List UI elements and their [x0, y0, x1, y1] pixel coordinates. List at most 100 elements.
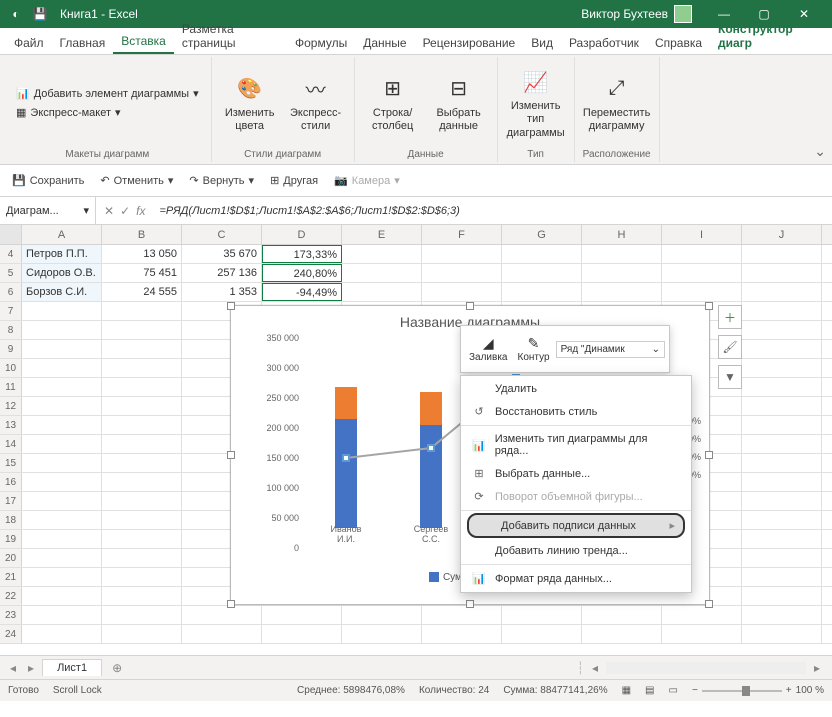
zoom-out-button[interactable]: −: [692, 685, 698, 696]
cell[interactable]: [582, 245, 662, 263]
cell[interactable]: [22, 397, 102, 415]
cell[interactable]: [22, 378, 102, 396]
tab-split-handle[interactable]: ┆: [577, 661, 584, 675]
cell[interactable]: [502, 264, 582, 282]
select-all-corner[interactable]: [0, 225, 22, 244]
zoom-control[interactable]: − + 100 %: [692, 685, 824, 696]
row-header[interactable]: 6: [0, 283, 22, 301]
row-header[interactable]: 9: [0, 340, 22, 358]
tab-data[interactable]: Данные: [355, 30, 414, 54]
cell[interactable]: [342, 625, 422, 643]
cell[interactable]: [102, 302, 182, 320]
cell[interactable]: 257 136: [182, 264, 262, 282]
cell[interactable]: [102, 321, 182, 339]
row-header[interactable]: 11: [0, 378, 22, 396]
row-header[interactable]: 10: [0, 359, 22, 377]
horizontal-scrollbar[interactable]: [606, 662, 806, 674]
series-selector[interactable]: Ряд "Динамик⌄: [556, 341, 665, 358]
cell[interactable]: [582, 606, 662, 624]
cell[interactable]: [742, 264, 822, 282]
cell[interactable]: [662, 625, 742, 643]
cell[interactable]: [422, 245, 502, 263]
add-sheet-button[interactable]: ⊕: [106, 661, 128, 675]
cell[interactable]: [102, 511, 182, 529]
cell[interactable]: [102, 587, 182, 605]
cell[interactable]: [742, 473, 822, 491]
resize-handle[interactable]: [705, 302, 713, 310]
cell[interactable]: [102, 549, 182, 567]
cell[interactable]: [22, 606, 102, 624]
cell[interactable]: [342, 283, 422, 301]
name-box[interactable]: Диаграм...▾: [0, 197, 96, 224]
qat-undo-button[interactable]: ↶Отменить ▾: [96, 172, 177, 189]
cell[interactable]: [102, 340, 182, 358]
cell[interactable]: 240,80%: [262, 264, 342, 282]
scroll-left-button[interactable]: ◂: [586, 661, 604, 675]
cell[interactable]: [582, 283, 662, 301]
outline-button[interactable]: ✎Контур: [514, 333, 554, 365]
tab-formulas[interactable]: Формулы: [287, 30, 355, 54]
cell[interactable]: 35 670: [182, 245, 262, 263]
table-row[interactable]: 6 Борзов С.И. 24 555 1 353 -94,49%: [0, 283, 832, 302]
spreadsheet-grid[interactable]: A B C D E F G H I J 4 Петров П.П. 13 050…: [0, 225, 832, 655]
fill-button[interactable]: ◢Заливка: [465, 333, 512, 365]
cell[interactable]: [22, 549, 102, 567]
scroll-right-button[interactable]: ▸: [808, 661, 826, 675]
cell[interactable]: [662, 245, 742, 263]
cell[interactable]: [102, 568, 182, 586]
cell[interactable]: [422, 264, 502, 282]
qat-save-button[interactable]: 💾Сохранить: [8, 172, 88, 189]
cell[interactable]: [662, 606, 742, 624]
tab-chart-design[interactable]: Конструктор диагр: [710, 16, 826, 54]
cell[interactable]: [262, 625, 342, 643]
cell[interactable]: [22, 416, 102, 434]
row-header[interactable]: 12: [0, 397, 22, 415]
menu-select-data[interactable]: ⊞Выбрать данные...: [461, 462, 691, 485]
cell[interactable]: Петров П.П.: [22, 245, 102, 263]
cell[interactable]: [742, 302, 822, 320]
cell[interactable]: [102, 378, 182, 396]
cell[interactable]: [22, 473, 102, 491]
cell[interactable]: [502, 625, 582, 643]
cell[interactable]: [22, 340, 102, 358]
col-header[interactable]: G: [502, 225, 582, 244]
resize-handle[interactable]: [705, 451, 713, 459]
menu-add-data-labels[interactable]: Добавить подписи данных▸: [467, 513, 685, 538]
cell[interactable]: [102, 530, 182, 548]
cell[interactable]: [102, 416, 182, 434]
cell[interactable]: [502, 245, 582, 263]
col-header[interactable]: C: [182, 225, 262, 244]
menu-change-series-type[interactable]: 📊Изменить тип диаграммы для ряда...: [461, 428, 691, 462]
cell[interactable]: [422, 283, 502, 301]
cell[interactable]: [22, 454, 102, 472]
cell[interactable]: 13 050: [102, 245, 182, 263]
cell[interactable]: [342, 264, 422, 282]
row-header[interactable]: 7: [0, 302, 22, 320]
collapse-ribbon-button[interactable]: ⌄: [814, 143, 826, 160]
resize-handle[interactable]: [227, 600, 235, 608]
row-header[interactable]: 23: [0, 606, 22, 624]
table-row[interactable]: 24: [0, 625, 832, 644]
menu-delete[interactable]: Удалить: [461, 378, 691, 400]
cell[interactable]: [742, 625, 822, 643]
cell[interactable]: 173,33%: [262, 245, 342, 263]
cell[interactable]: [742, 511, 822, 529]
cell[interactable]: [742, 245, 822, 263]
cell[interactable]: Сидоров О.В.: [22, 264, 102, 282]
col-header[interactable]: J: [742, 225, 822, 244]
chart-styles-button[interactable]: 🖌: [718, 335, 742, 359]
cell[interactable]: [422, 625, 502, 643]
zoom-slider[interactable]: [702, 690, 782, 692]
row-header[interactable]: 21: [0, 568, 22, 586]
menu-format-series[interactable]: 📊Формат ряда данных...: [461, 567, 691, 590]
table-row[interactable]: 4 Петров П.П. 13 050 35 670 173,33%: [0, 245, 832, 264]
zoom-level[interactable]: 100 %: [796, 685, 824, 696]
tab-view[interactable]: Вид: [523, 30, 561, 54]
cell[interactable]: -94,49%: [262, 283, 342, 301]
row-header[interactable]: 4: [0, 245, 22, 263]
cell[interactable]: [742, 321, 822, 339]
cell[interactable]: [742, 587, 822, 605]
add-chart-element-button[interactable]: 📊Добавить элемент диаграммы ▾: [12, 85, 203, 102]
col-header[interactable]: H: [582, 225, 662, 244]
cell[interactable]: 75 451: [102, 264, 182, 282]
